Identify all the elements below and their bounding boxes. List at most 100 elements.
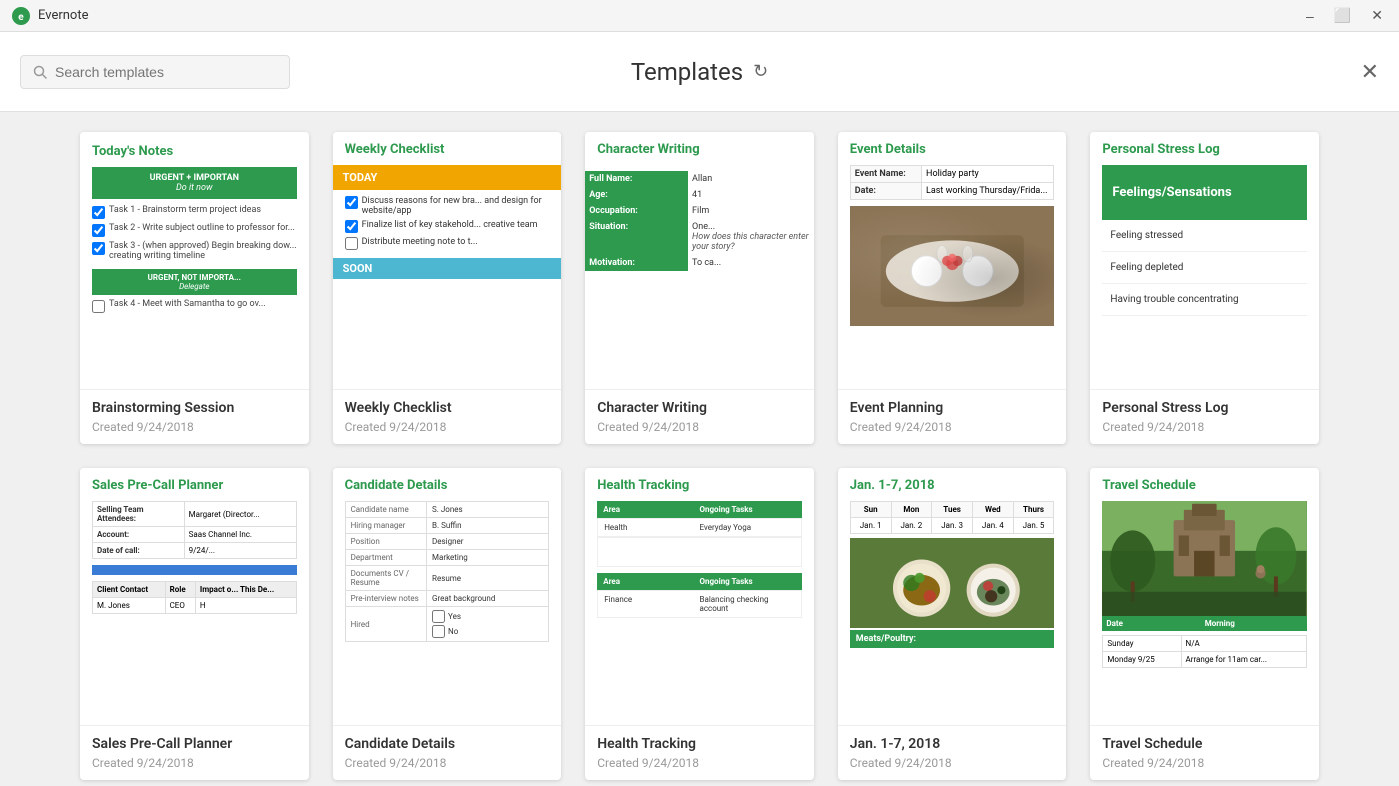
- card-preview-travel: Travel Schedule: [1090, 468, 1319, 726]
- search-input[interactable]: [55, 64, 277, 80]
- search-icon: [33, 65, 47, 79]
- maximize-button[interactable]: ⬜: [1330, 5, 1355, 26]
- title-bar: e Evernote – ⬜ ✕: [0, 0, 1399, 32]
- sales-blue-bar: [92, 565, 297, 575]
- card-title: Sales Pre-Call Planner: [92, 736, 297, 752]
- health-section-1: AreaOngoing Tasks HealthEveryday Yoga: [597, 501, 802, 567]
- card-info-candidate: Candidate Details Created 9/24/2018: [333, 726, 562, 780]
- preview-heading-calendar: Jan. 1-7, 2018: [850, 478, 1055, 493]
- card-preview-health: Health Tracking AreaOngoing Tasks Health…: [585, 468, 814, 726]
- card-title: Health Tracking: [597, 736, 802, 752]
- preview-heading-brainstorming: Today's Notes: [92, 144, 297, 159]
- card-date: Created 9/24/2018: [597, 756, 802, 770]
- travel-image: [1102, 501, 1307, 616]
- card-preview-stress: Personal Stress Log Feelings/Sensations …: [1090, 132, 1319, 390]
- card-date: Created 9/24/2018: [92, 756, 297, 770]
- card-info-character: Character Writing Created 9/24/2018: [585, 390, 814, 444]
- task-item: Task 3 - (when approved) Begin breaking …: [92, 241, 297, 261]
- card-health-tracking[interactable]: Health Tracking AreaOngoing Tasks Health…: [585, 468, 814, 780]
- preview-heading-health: Health Tracking: [597, 478, 802, 493]
- card-event-planning[interactable]: Event Details Event Name:Holiday party D…: [838, 132, 1067, 444]
- card-sales-pre-call[interactable]: Sales Pre-Call Planner Selling Team Atte…: [80, 468, 309, 780]
- card-info-event: Event Planning Created 9/24/2018: [838, 390, 1067, 444]
- preview-heading-stress: Personal Stress Log: [1102, 142, 1307, 157]
- candidate-table: Candidate nameS. Jones Hiring managerB. …: [345, 501, 550, 642]
- card-info-travel: Travel Schedule Created 9/24/2018: [1090, 726, 1319, 780]
- minimize-button[interactable]: –: [1302, 5, 1318, 26]
- travel-table-header: DateMorning: [1102, 616, 1307, 631]
- preview-heading-candidate: Candidate Details: [345, 478, 550, 493]
- stress-item: Having trouble concentrating: [1102, 284, 1307, 316]
- window-controls: – ⬜ ✕: [1302, 5, 1387, 26]
- card-date: Created 9/24/2018: [345, 756, 550, 770]
- food-image: [850, 538, 1055, 628]
- urgent-bar: URGENT + IMPORTANDo it now: [92, 167, 297, 199]
- wc-task: Distribute meeting note to t...: [345, 237, 550, 250]
- stress-item: Feeling depleted: [1102, 252, 1307, 284]
- wc-today-bar: TODAY: [333, 165, 562, 190]
- card-title: Brainstorming Session: [92, 400, 297, 416]
- card-title: Personal Stress Log: [1102, 400, 1307, 416]
- card-date: Created 9/24/2018: [345, 420, 550, 434]
- card-weekly-checklist[interactable]: Weekly Checklist TODAY Discuss reasons f…: [333, 132, 562, 444]
- card-preview-character: Character Writing Full Name:Allan Age:41…: [585, 132, 814, 390]
- page-title: Templates ↻: [631, 58, 768, 86]
- card-title: Character Writing: [597, 400, 802, 416]
- card-preview-candidate: Candidate Details Candidate nameS. Jones…: [333, 468, 562, 726]
- refresh-icon[interactable]: ↻: [753, 61, 768, 82]
- card-preview-weekly-checklist: Weekly Checklist TODAY Discuss reasons f…: [333, 132, 562, 390]
- card-preview-brainstorming: Today's Notes URGENT + IMPORTANDo it now…: [80, 132, 309, 390]
- preview-heading-sales: Sales Pre-Call Planner: [92, 478, 297, 493]
- card-character-writing[interactable]: Character Writing Full Name:Allan Age:41…: [585, 132, 814, 444]
- card-personal-stress[interactable]: Personal Stress Log Feelings/Sensations …: [1090, 132, 1319, 444]
- close-window-button[interactable]: ✕: [1367, 5, 1387, 26]
- card-info-brainstorming: Brainstorming Session Created 9/24/2018: [80, 390, 309, 444]
- card-date: Created 9/24/2018: [850, 420, 1055, 434]
- card-date: Created 9/24/2018: [850, 756, 1055, 770]
- title-bar-left: e Evernote: [12, 7, 88, 25]
- travel-table: SundayN/A Monday 9/25Arrange for 11am ca…: [1102, 635, 1307, 668]
- wc-task: Finalize list of key stakehold... creati…: [345, 220, 550, 233]
- card-info-calendar: Jan. 1-7, 2018 Created 9/24/2018: [838, 726, 1067, 780]
- hired-options: Yes No: [432, 610, 543, 638]
- card-travel-schedule[interactable]: Travel Schedule: [1090, 468, 1319, 780]
- card-candidate-details[interactable]: Candidate Details Candidate nameS. Jones…: [333, 468, 562, 780]
- preview-heading-event: Event Details: [850, 142, 1055, 157]
- search-box[interactable]: [20, 55, 290, 89]
- calendar-table: SunMonTuesWedThurs Jan. 1Jan. 2Jan. 3Jan…: [850, 501, 1055, 534]
- card-info-stress: Personal Stress Log Created 9/24/2018: [1090, 390, 1319, 444]
- close-templates-button[interactable]: ✕: [1361, 59, 1379, 85]
- preview-heading-character: Character Writing: [597, 142, 802, 157]
- card-info-weekly: Weekly Checklist Created 9/24/2018: [333, 390, 562, 444]
- card-title: Jan. 1-7, 2018: [850, 736, 1055, 752]
- card-title: Event Planning: [850, 400, 1055, 416]
- character-table: Full Name:Allan Age:41 Occupation:Film S…: [585, 171, 814, 271]
- health-section-2: AreaOngoing Tasks FinanceBalancing check…: [597, 573, 802, 618]
- stress-green-bar: Feelings/Sensations: [1102, 165, 1307, 220]
- preview-heading-weekly: Weekly Checklist: [345, 142, 550, 157]
- card-weekly-calendar[interactable]: Jan. 1-7, 2018 SunMonTuesWedThurs Jan. 1…: [838, 468, 1067, 780]
- task-item: Task 4 - Meet with Samantha to go ov...: [92, 299, 297, 313]
- urgent-bar-2: URGENT, NOT IMPORTA...Delegate: [92, 269, 297, 295]
- app-name: Evernote: [38, 8, 88, 23]
- card-brainstorming[interactable]: Today's Notes URGENT + IMPORTANDo it now…: [80, 132, 309, 444]
- card-preview-sales: Sales Pre-Call Planner Selling Team Atte…: [80, 468, 309, 726]
- wc-task: Discuss reasons for new bra... and desig…: [345, 196, 550, 216]
- event-image: [850, 206, 1055, 326]
- templates-grid-container: Today's Notes URGENT + IMPORTANDo it now…: [0, 112, 1399, 786]
- task-item: Task 2 - Write subject outline to profes…: [92, 223, 297, 237]
- header: Templates ↻ ✕: [0, 32, 1399, 112]
- card-title: Travel Schedule: [1102, 736, 1307, 752]
- evernote-logo-icon: e: [12, 7, 30, 25]
- card-date: Created 9/24/2018: [1102, 420, 1307, 434]
- templates-grid: Today's Notes URGENT + IMPORTANDo it now…: [80, 132, 1319, 780]
- sales-client-table: Client ContactRoleImpact o... This De...…: [92, 581, 297, 614]
- preview-heading-travel: Travel Schedule: [1102, 478, 1307, 493]
- card-preview-calendar: Jan. 1-7, 2018 SunMonTuesWedThurs Jan. 1…: [838, 468, 1067, 726]
- card-date: Created 9/24/2018: [1102, 756, 1307, 770]
- card-title: Weekly Checklist: [345, 400, 550, 416]
- meats-bar: Meats/Poultry:: [850, 630, 1055, 648]
- card-info-health: Health Tracking Created 9/24/2018: [585, 726, 814, 780]
- card-date: Created 9/24/2018: [92, 420, 297, 434]
- card-title: Candidate Details: [345, 736, 550, 752]
